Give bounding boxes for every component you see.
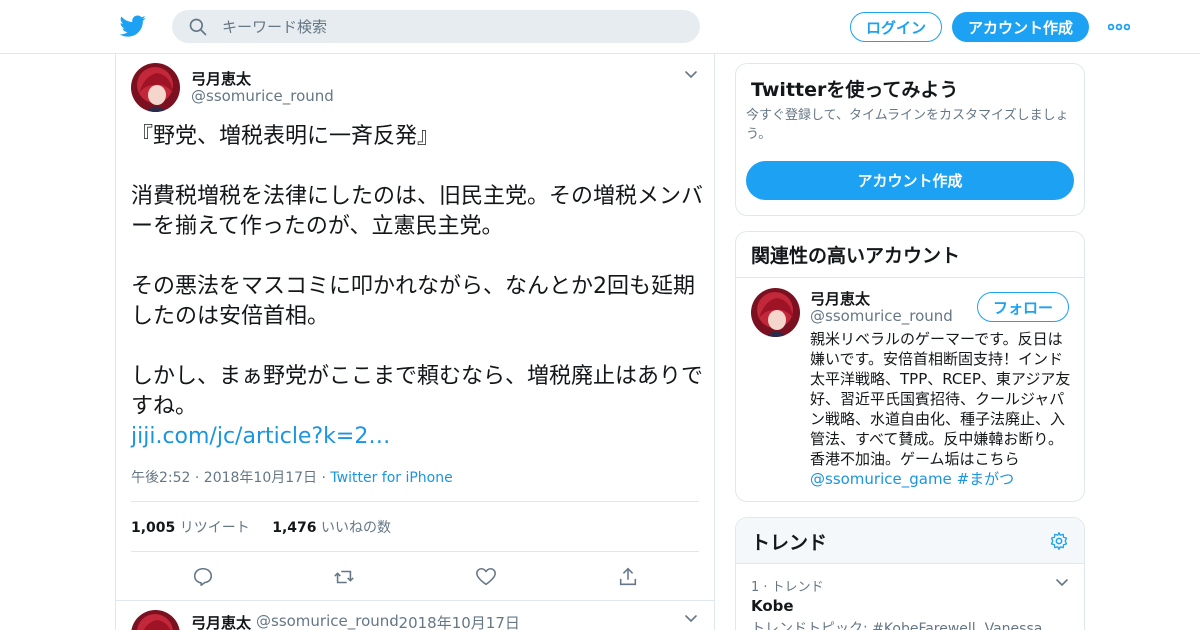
search-icon (189, 18, 207, 36)
trend-meta: 1 · トレンド (751, 580, 824, 595)
trends-card: トレンド 1 · トレンド Kobe トレンドトピック: #KobeFarewe… (735, 517, 1085, 630)
like-icon[interactable] (475, 566, 497, 588)
tweet-author-name[interactable]: 弓月恵太 (191, 68, 251, 89)
related-account-bio: 親米リベラルのゲーマーです。反日は嫌いです。安倍首相断固支持！インド太平洋戦略、… (810, 329, 1072, 489)
retweet-label[interactable]: リツイート (180, 520, 250, 536)
related-account-handle[interactable]: @ssomurice_round (810, 307, 953, 325)
related-accounts-card: 関連性の高いアカウント 弓月恵太 @ssomurice_round フォロー 親… (735, 231, 1085, 502)
chevron-down-icon[interactable] (683, 67, 699, 83)
divider (131, 501, 699, 502)
avatar[interactable] (131, 63, 180, 112)
trends-title: トレンド (751, 532, 828, 554)
signup-card: Twitterを使ってみよう 今すぐ登録して、タイムラインをカスタマイズしましょ… (735, 63, 1085, 216)
tweet-body: 『野党、増税表明に一斉反発』 消費税増税を法律にしたのは、旧民主党。その増税メン… (131, 124, 704, 419)
retweet-icon[interactable] (333, 566, 355, 588)
divider (131, 551, 699, 552)
signup-card-subtitle: 今すぐ登録して、タイムラインをカスタマイズしましょう。 (746, 108, 1069, 142)
tweet-meta: 午後2:52 · 2018年10月17日 · Twitter for iPhon… (131, 467, 453, 487)
search-input[interactable] (222, 10, 682, 43)
trend-topic[interactable]: トレンドトピック: #KobeFarewell, Vanessa (751, 618, 1042, 630)
bio-link-account[interactable]: @ssomurice_game (810, 470, 952, 488)
like-count[interactable]: 1,476 (272, 520, 316, 536)
gear-icon[interactable] (1049, 531, 1069, 551)
reply-icon[interactable] (192, 566, 214, 588)
signup-button[interactable]: アカウント作成 (952, 12, 1089, 42)
more-dots-icon[interactable] (1108, 20, 1130, 34)
tweet-author-handle[interactable]: @ssomurice_round (191, 87, 334, 105)
reply-tweet[interactable]: 弓月恵太 @ssomurice_round · 2018年10月17日 (116, 600, 714, 630)
reply-author-name[interactable]: 弓月恵太 (191, 612, 251, 630)
divider (736, 277, 1084, 278)
like-label[interactable]: いいねの数 (321, 520, 391, 536)
tweet-stats: 1,005 リツイート 1,476 いいねの数 (131, 517, 391, 537)
tweet-text: 『野党、増税表明に一斉反発』 消費税増税を法律にしたのは、旧民主党。その増税メン… (131, 122, 706, 452)
chevron-down-icon[interactable] (683, 611, 699, 627)
tweet-source[interactable]: Twitter for iPhone (330, 470, 452, 486)
tweet-timestamp[interactable]: 午後2:52 · 2018年10月17日 (131, 470, 317, 486)
tweet-link[interactable]: jiji.com/jc/article?k=2… (131, 424, 390, 449)
reply-date[interactable]: · 2018年10月17日 (389, 612, 520, 630)
tweet-column: 弓月恵太 @ssomurice_round 『野党、増税表明に一斉反発』 消費税… (115, 54, 715, 630)
share-icon[interactable] (617, 566, 639, 588)
chevron-down-icon[interactable] (1054, 575, 1070, 591)
login-button[interactable]: ログイン (850, 12, 942, 42)
avatar[interactable] (751, 288, 800, 337)
retweet-count[interactable]: 1,005 (131, 520, 175, 536)
trends-header: トレンド (736, 518, 1084, 564)
avatar[interactable] (131, 610, 180, 630)
bio-text: 親米リベラルのゲーマーです。反日は嫌いです。安倍首相断固支持！インド太平洋戦略、… (810, 330, 1071, 468)
related-card-title: 関連性の高いアカウント (751, 245, 961, 267)
meta-separator: · (317, 470, 331, 486)
related-account-name[interactable]: 弓月恵太 (810, 288, 870, 309)
trend-name[interactable]: Kobe (751, 597, 794, 615)
search-bar (172, 10, 700, 43)
top-bar: ログイン アカウント作成 (0, 0, 1200, 54)
reply-author-handle[interactable]: @ssomurice_round (256, 612, 399, 630)
twitter-bird-icon[interactable] (120, 13, 146, 39)
follow-button[interactable]: フォロー (977, 292, 1069, 322)
create-account-button[interactable]: アカウント作成 (746, 161, 1074, 200)
signup-card-title: Twitterを使ってみよう (751, 79, 959, 101)
bio-link-hashtag[interactable]: #まがつ (957, 470, 1015, 488)
